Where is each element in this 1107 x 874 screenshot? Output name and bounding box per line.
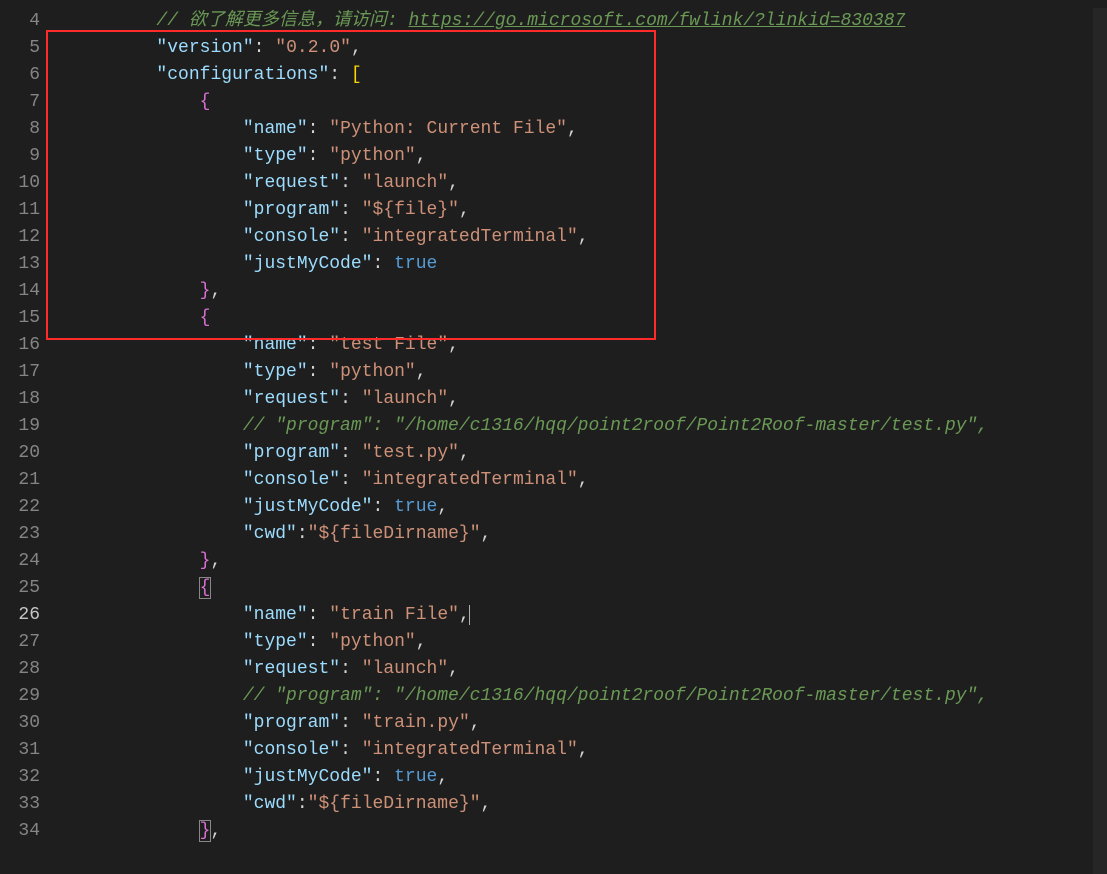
code-line[interactable]: "console": "integratedTerminal",: [58, 224, 1107, 251]
code-line[interactable]: "configurations": [: [58, 62, 1107, 89]
line-number: 18: [0, 386, 40, 413]
line-number: 31: [0, 737, 40, 764]
line-number: 33: [0, 791, 40, 818]
comment-text: // 欲了解更多信息，请访问: https://go.microsoft.com…: [156, 11, 905, 31]
line-number: 24: [0, 548, 40, 575]
code-line[interactable]: "program": "${file}",: [58, 197, 1107, 224]
code-line[interactable]: "type": "python",: [58, 143, 1107, 170]
code-line[interactable]: "program": "train.py",: [58, 710, 1107, 737]
code-line[interactable]: "console": "integratedTerminal",: [58, 737, 1107, 764]
text-cursor: [469, 605, 470, 625]
code-line[interactable]: "cwd":"${fileDirname}",: [58, 521, 1107, 548]
line-number: 14: [0, 278, 40, 305]
line-number-gutter: 4 5 6 7 8 9 10 11 12 13 14 15 16 17 18 1…: [0, 8, 58, 845]
line-number: 16: [0, 332, 40, 359]
code-line[interactable]: "type": "python",: [58, 359, 1107, 386]
code-line[interactable]: "type": "python",: [58, 629, 1107, 656]
line-number: 34: [0, 818, 40, 845]
line-number: 7: [0, 89, 40, 116]
doc-link[interactable]: https://go.microsoft.com/fwlink/?linkid=…: [408, 11, 905, 31]
line-number: 32: [0, 764, 40, 791]
line-number: 8: [0, 116, 40, 143]
code-line[interactable]: "request": "launch",: [58, 386, 1107, 413]
line-number: 30: [0, 710, 40, 737]
code-line[interactable]: {: [58, 305, 1107, 332]
line-number: 20: [0, 440, 40, 467]
code-line[interactable]: {: [58, 89, 1107, 116]
line-number: 22: [0, 494, 40, 521]
line-number: 19: [0, 413, 40, 440]
code-line[interactable]: // 欲了解更多信息，请访问: https://go.microsoft.com…: [58, 8, 1107, 35]
code-line[interactable]: },: [58, 818, 1107, 845]
code-line[interactable]: "program": "test.py",: [58, 440, 1107, 467]
code-line[interactable]: },: [58, 278, 1107, 305]
line-number: 21: [0, 467, 40, 494]
code-line[interactable]: {: [58, 575, 1107, 602]
code-content[interactable]: // 欲了解更多信息，请访问: https://go.microsoft.com…: [58, 8, 1107, 845]
line-number: 4: [0, 8, 40, 35]
line-number: 5: [0, 35, 40, 62]
line-number: 25: [0, 575, 40, 602]
code-line[interactable]: "justMyCode": true,: [58, 764, 1107, 791]
line-number: 6: [0, 62, 40, 89]
line-number: 17: [0, 359, 40, 386]
line-number: 26: [0, 602, 40, 629]
code-line[interactable]: "name": "Python: Current File",: [58, 116, 1107, 143]
line-number: 11: [0, 197, 40, 224]
line-number: 10: [0, 170, 40, 197]
breadcrumb[interactable]: [0, 0, 1107, 8]
code-line[interactable]: "justMyCode": true,: [58, 494, 1107, 521]
code-editor[interactable]: 4 5 6 7 8 9 10 11 12 13 14 15 16 17 18 1…: [0, 8, 1107, 845]
code-line[interactable]: "request": "launch",: [58, 170, 1107, 197]
code-line[interactable]: "request": "launch",: [58, 656, 1107, 683]
code-line[interactable]: "cwd":"${fileDirname}",: [58, 791, 1107, 818]
vertical-scrollbar[interactable]: [1093, 8, 1107, 874]
line-number: 12: [0, 224, 40, 251]
line-number: 9: [0, 143, 40, 170]
line-number: 15: [0, 305, 40, 332]
line-number: 23: [0, 521, 40, 548]
line-number: 13: [0, 251, 40, 278]
code-line[interactable]: "name": "test File",: [58, 332, 1107, 359]
code-line[interactable]: "name": "train File",: [58, 602, 1107, 629]
line-number: 29: [0, 683, 40, 710]
line-number: 27: [0, 629, 40, 656]
code-line[interactable]: // "program": "/home/c1316/hqq/point2roo…: [58, 413, 1107, 440]
line-number: 28: [0, 656, 40, 683]
code-line[interactable]: // "program": "/home/c1316/hqq/point2roo…: [58, 683, 1107, 710]
code-line[interactable]: "console": "integratedTerminal",: [58, 467, 1107, 494]
code-line[interactable]: },: [58, 548, 1107, 575]
code-line[interactable]: "justMyCode": true: [58, 251, 1107, 278]
code-line[interactable]: "version": "0.2.0",: [58, 35, 1107, 62]
